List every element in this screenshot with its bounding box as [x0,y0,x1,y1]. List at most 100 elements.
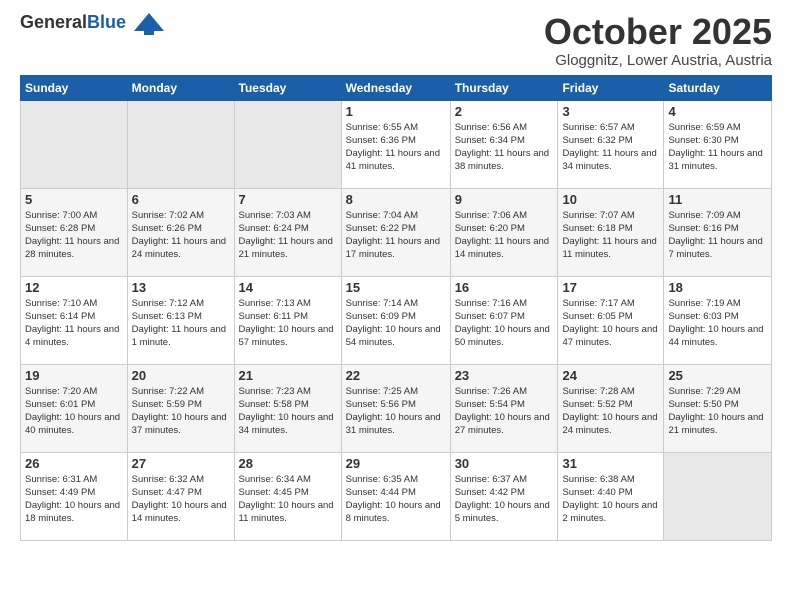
day-cell: 11 Sunrise: 7:09 AM Sunset: 6:16 PM Dayli… [664,188,772,276]
days-of-week-row: Sunday Monday Tuesday Wednesday Thursday… [21,75,772,100]
day-cell: 5Sunrise: 7:00 AM Sunset: 6:28 PM Daylig… [21,188,128,276]
day-info: Sunrise: 7:25 AM Sunset: 5:56 PM Dayligh… [346,385,446,438]
day-number: 25 [668,368,767,383]
day-cell: 1Sunrise: 6:55 AM Sunset: 6:36 PM Daylig… [341,100,450,188]
day-cell: 13Sunrise: 7:12 AM Sunset: 6:13 PM Dayli… [127,276,234,364]
day-number: 8 [346,192,446,207]
month-title: October 2025 [544,12,772,52]
day-info: Sunrise: 7:17 AM Sunset: 6:05 PM Dayligh… [562,297,659,350]
day-number: 10 [562,192,659,207]
day-number: 18 [668,280,767,295]
day-number: 1 [346,104,446,119]
day-info: Sunrise: 6:59 AM Sunset: 6:30 PM Dayligh… [668,121,767,174]
day-cell: 15 Sunrise: 7:14 AM Sunset: 6:09 PM Dayli… [341,276,450,364]
week-row-2: 5Sunrise: 7:00 AM Sunset: 6:28 PM Daylig… [21,188,772,276]
day-info: Sunrise: 7:13 AM Sunset: 6:11 PM Dayligh… [239,297,337,350]
week-row-4: 19 Sunrise: 7:20 AM Sunset: 6:01 PM Dayli… [21,364,772,452]
day-info: Sunrise: 7:22 AM Sunset: 5:59 PM Dayligh… [132,385,230,438]
day-number: 22 [346,368,446,383]
day-info: Sunrise: 7:23 AM Sunset: 5:58 PM Dayligh… [239,385,337,438]
day-number: 24 [562,368,659,383]
day-number: 29 [346,456,446,471]
day-info: Sunrise: 6:34 AM Sunset: 4:45 PM Dayligh… [239,473,337,526]
day-info: Sunrise: 7:29 AM Sunset: 5:50 PM Dayligh… [668,385,767,438]
day-cell: 12 Sunrise: 7:10 AM Sunset: 6:14 PM Dayli… [21,276,128,364]
page-header: GeneralBlue October 2025 Gloggnitz, Lowe… [0,0,792,75]
day-cell [127,100,234,188]
day-cell: 26 Sunrise: 6:31 AM Sunset: 4:49 PM Dayli… [21,452,128,540]
header-tuesday: Tuesday [234,75,341,100]
day-cell: 9Sunrise: 7:06 AM Sunset: 6:20 PM Daylig… [450,188,558,276]
day-cell [234,100,341,188]
day-cell: 30 Sunrise: 6:37 AM Sunset: 4:42 PM Dayli… [450,452,558,540]
day-number: 21 [239,368,337,383]
day-cell: 16 Sunrise: 7:16 AM Sunset: 6:07 PM Dayli… [450,276,558,364]
day-info: Sunrise: 7:12 AM Sunset: 6:13 PM Dayligh… [132,297,230,350]
day-number: 14 [239,280,337,295]
logo-icon [134,13,164,35]
day-cell: 24 Sunrise: 7:28 AM Sunset: 5:52 PM Dayli… [558,364,664,452]
day-number: 19 [25,368,123,383]
day-info: Sunrise: 6:37 AM Sunset: 4:42 PM Dayligh… [455,473,554,526]
day-info: Sunrise: 7:03 AM Sunset: 6:24 PM Dayligh… [239,209,337,262]
day-info: Sunrise: 7:16 AM Sunset: 6:07 PM Dayligh… [455,297,554,350]
day-info: Sunrise: 6:57 AM Sunset: 6:32 PM Dayligh… [562,121,659,174]
day-cell: 29 Sunrise: 6:35 AM Sunset: 4:44 PM Dayli… [341,452,450,540]
day-info: Sunrise: 7:07 AM Sunset: 6:18 PM Dayligh… [562,209,659,262]
day-info: Sunrise: 6:56 AM Sunset: 6:34 PM Dayligh… [455,121,554,174]
day-cell: 3Sunrise: 6:57 AM Sunset: 6:32 PM Daylig… [558,100,664,188]
day-cell [664,452,772,540]
title-block: October 2025 Gloggnitz, Lower Austria, A… [544,12,772,69]
day-cell: 14 Sunrise: 7:13 AM Sunset: 6:11 PM Dayli… [234,276,341,364]
day-number: 28 [239,456,337,471]
day-info: Sunrise: 7:19 AM Sunset: 6:03 PM Dayligh… [668,297,767,350]
header-saturday: Saturday [664,75,772,100]
day-info: Sunrise: 7:26 AM Sunset: 5:54 PM Dayligh… [455,385,554,438]
logo-blue: Blue [87,12,126,32]
day-number: 17 [562,280,659,295]
day-number: 27 [132,456,230,471]
logo-general: General [20,12,87,32]
header-wednesday: Wednesday [341,75,450,100]
day-cell: 27 Sunrise: 6:32 AM Sunset: 4:47 PM Dayli… [127,452,234,540]
day-info: Sunrise: 7:20 AM Sunset: 6:01 PM Dayligh… [25,385,123,438]
day-cell: 28 Sunrise: 6:34 AM Sunset: 4:45 PM Dayli… [234,452,341,540]
day-info: Sunrise: 7:10 AM Sunset: 6:14 PM Dayligh… [25,297,123,350]
day-number: 15 [346,280,446,295]
day-cell: 4 Sunrise: 6:59 AM Sunset: 6:30 PM Daylig… [664,100,772,188]
day-number: 23 [455,368,554,383]
day-number: 2 [455,104,554,119]
header-friday: Friday [558,75,664,100]
day-cell: 23 Sunrise: 7:26 AM Sunset: 5:54 PM Dayli… [450,364,558,452]
week-row-3: 12 Sunrise: 7:10 AM Sunset: 6:14 PM Dayli… [21,276,772,364]
day-info: Sunrise: 7:02 AM Sunset: 6:26 PM Dayligh… [132,209,230,262]
day-number: 11 [668,192,767,207]
day-info: Sunrise: 7:00 AM Sunset: 6:28 PM Dayligh… [25,209,123,262]
day-cell: 19 Sunrise: 7:20 AM Sunset: 6:01 PM Dayli… [21,364,128,452]
day-info: Sunrise: 6:38 AM Sunset: 4:40 PM Dayligh… [562,473,659,526]
day-number: 9 [455,192,554,207]
day-cell: 31Sunrise: 6:38 AM Sunset: 4:40 PM Dayli… [558,452,664,540]
day-number: 16 [455,280,554,295]
day-number: 6 [132,192,230,207]
location: Gloggnitz, Lower Austria, Austria [544,52,772,69]
calendar-header: Sunday Monday Tuesday Wednesday Thursday… [21,75,772,100]
calendar-body: 1Sunrise: 6:55 AM Sunset: 6:36 PM Daylig… [21,100,772,540]
day-info: Sunrise: 6:35 AM Sunset: 4:44 PM Dayligh… [346,473,446,526]
day-info: Sunrise: 6:31 AM Sunset: 4:49 PM Dayligh… [25,473,123,526]
day-cell: 25 Sunrise: 7:29 AM Sunset: 5:50 PM Dayli… [664,364,772,452]
day-number: 4 [668,104,767,119]
day-number: 7 [239,192,337,207]
header-sunday: Sunday [21,75,128,100]
day-number: 12 [25,280,123,295]
day-number: 20 [132,368,230,383]
day-info: Sunrise: 6:32 AM Sunset: 4:47 PM Dayligh… [132,473,230,526]
day-cell: 22 Sunrise: 7:25 AM Sunset: 5:56 PM Dayli… [341,364,450,452]
day-info: Sunrise: 7:14 AM Sunset: 6:09 PM Dayligh… [346,297,446,350]
day-number: 26 [25,456,123,471]
day-info: Sunrise: 7:04 AM Sunset: 6:22 PM Dayligh… [346,209,446,262]
day-number: 30 [455,456,554,471]
day-info: Sunrise: 7:28 AM Sunset: 5:52 PM Dayligh… [562,385,659,438]
header-monday: Monday [127,75,234,100]
day-info: Sunrise: 7:09 AM Sunset: 6:16 PM Dayligh… [668,209,767,262]
